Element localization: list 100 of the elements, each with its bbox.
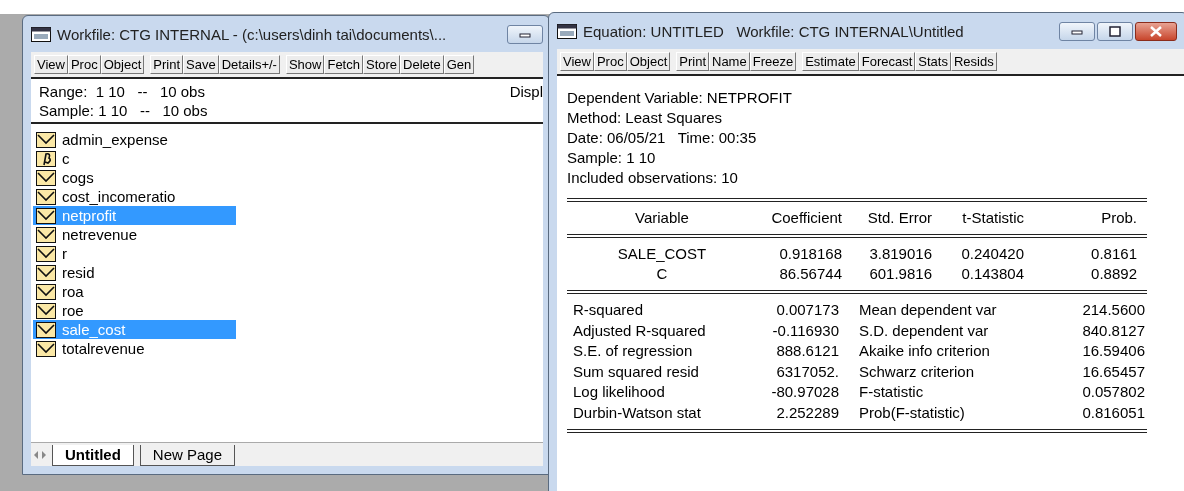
stat-value: 214.5600 [1081,300,1145,320]
toolbar-button[interactable]: Print [676,52,709,71]
series-icon [36,340,56,357]
toolbar-button[interactable]: Estimate [802,52,859,71]
stat-label: Prob(F-statistic) [859,402,966,423]
table-cell-text: 0.143804 [960,264,1024,284]
object-name: cogs [62,169,94,186]
scroll-arrows-icon [34,450,46,460]
toolbar-button[interactable]: Object [626,52,671,71]
stat-label: S.D. dependent var [859,320,990,341]
toolbar-button[interactable]: Delete [400,55,444,74]
output-line: Sample: 1 10 [567,148,657,168]
series-icon [36,321,56,338]
stat-label: Akaike info criterion [859,341,991,361]
page-tab[interactable]: Untitled [52,445,134,466]
toolbar-button[interactable]: Proc [67,55,101,74]
toolbar-button[interactable]: View [34,55,68,74]
series-icon [36,188,56,205]
toolbar-button[interactable]: Freeze [749,52,797,71]
toolbar-button[interactable]: Resids [950,52,997,71]
page-tab[interactable]: New Page [139,445,236,466]
stat-value: 16.65457 [1081,361,1145,382]
stat-label: F-statistic [859,382,925,402]
close-button[interactable] [1135,21,1177,41]
toolbar-button[interactable]: Gen [443,55,475,74]
stat-label: Mean dependent var [859,300,998,320]
table-cell-text: 0.240420 [960,244,1024,264]
stat-value: 0.057802 [1081,382,1145,402]
column-header: t-Statistic [961,208,1024,228]
toolbar-button[interactable]: Fetch [324,55,363,74]
object-name: c [62,150,70,167]
minimize-button[interactable] [507,24,543,44]
object-item[interactable]: netrevenue [33,225,236,244]
series-icon [36,245,56,262]
toolbar-button[interactable]: Show [285,55,325,74]
toolbar-button[interactable]: Stats [915,52,951,71]
window-title: Equation: UNTITLED Workfile: CTG INTERNAL\Untitled [583,22,965,40]
maximize-button[interactable] [1097,21,1133,41]
object-item[interactable]: resid [33,263,236,282]
output-line: Included observations: 10 [567,168,739,188]
object-name: resid [62,264,95,281]
toolbar-button[interactable]: Details+/- [218,55,280,74]
window-icon [31,26,51,42]
toolbar-button[interactable]: Proc [593,52,627,71]
info-line: Sample: 1 10 -- 10 obs [39,101,208,120]
object-item[interactable]: totalrevenue [33,339,236,358]
object-item[interactable]: cost_incomeratio [33,187,236,206]
toolbar-button[interactable]: Forecast [858,52,916,71]
minimize-button[interactable] [1059,21,1095,41]
object-item[interactable]: c [33,149,236,168]
toolbar-button[interactable]: Object [100,55,145,74]
series-icon [36,207,56,224]
stat-value: 840.8127 [1081,320,1145,341]
stat-value: 0.816051 [1081,402,1145,423]
display-label: Displ [509,82,543,102]
table-cell-text: 0.8892 [1090,264,1137,284]
object-name: roa [62,283,84,300]
toolbar-button[interactable]: Name [709,52,750,71]
series-icon [36,264,56,281]
stat-value: 16.59406 [1081,341,1145,361]
object-item[interactable]: cogs [33,168,236,187]
object-name: netrevenue [62,226,138,243]
toolbar-button[interactable]: Store [362,55,401,74]
stat-label: Schwarz criterion [859,361,976,382]
table-cell-text: C [655,264,669,284]
column-header: Variable [634,208,690,228]
toolbar-button[interactable]: View [560,52,594,71]
table-cell-text: 601.9816 [868,264,932,284]
object-name: cost_incomeratio [62,188,176,205]
window-title: Workfile: CTG INTERNAL - (c:\users\dinh tai\documents\... [57,25,448,43]
table-cell-text: 3.819016 [868,244,932,264]
object-name: r [62,245,67,262]
close-icon [1148,24,1164,38]
stat-value: -80.97028 [770,382,839,402]
object-name: roe [62,302,84,319]
object-item[interactable]: roa [33,282,236,301]
column-header: Std. Error [866,208,932,228]
stat-label: Durbin-Watson stat [573,402,702,423]
series-icon [36,283,56,300]
output-line: Method: Least Squares [567,108,724,128]
object-name: netprofit [62,207,117,224]
table-cell-text: 86.56744 [778,264,842,284]
series-icon [36,169,56,186]
maximize-icon [1107,24,1123,38]
stat-label: Sum squared resid [573,361,700,382]
toolbar-button[interactable]: Save [183,55,219,74]
table-cell-text: SALE_COST [616,244,708,264]
table-cell-text: 0.8161 [1090,244,1137,264]
output-line: Date: 06/05/21 Time: 00:35 [567,128,758,148]
object-item[interactable]: r [33,244,236,263]
toolbar-button[interactable]: Print [150,55,183,74]
stat-value: 888.6121 [775,341,839,361]
stat-label: S.E. of regression [573,341,694,361]
object-item[interactable]: admin_expense [33,130,236,149]
object-item[interactable]: roe [33,301,236,320]
series-icon [36,226,56,243]
series-icon [36,302,56,319]
window-icon [557,23,577,39]
stat-value: -0.116930 [771,320,839,341]
output-line: Dependent Variable: NETPROFIT [567,88,793,108]
